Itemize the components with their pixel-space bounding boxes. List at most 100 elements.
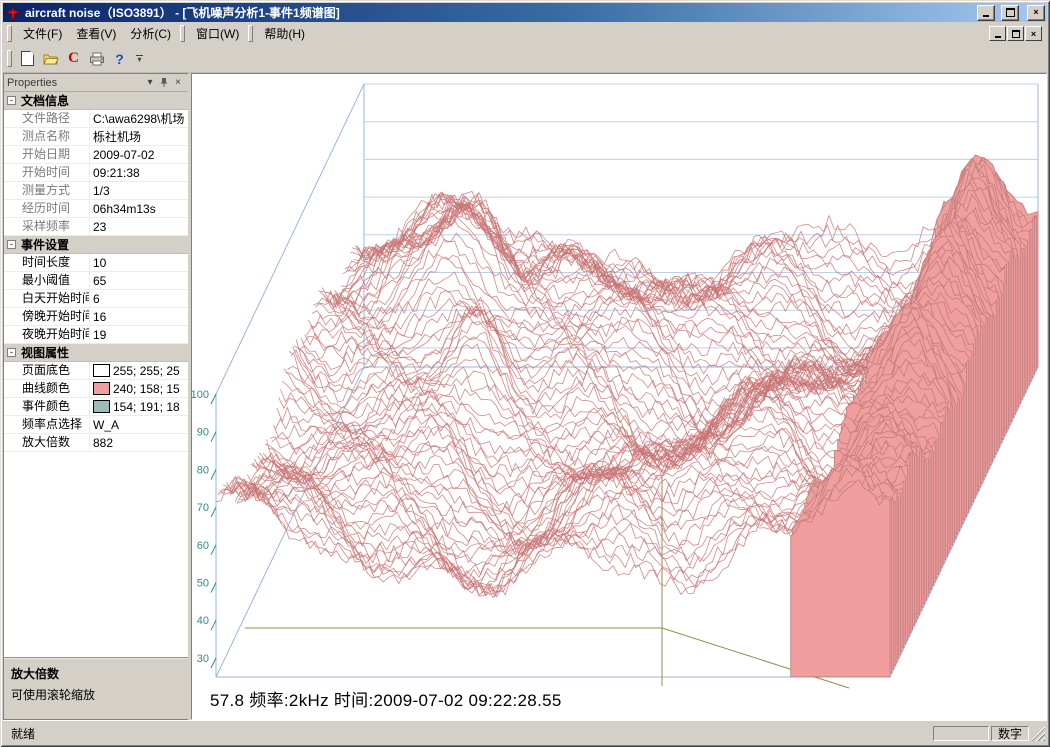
property-value[interactable]: 255; 255; 25 — [90, 362, 188, 379]
property-value[interactable]: C:\awa6298\机场 — [90, 110, 188, 127]
property-value[interactable]: 6 — [90, 290, 188, 307]
property-label: 测点名称 — [4, 128, 90, 145]
panel-pin-button[interactable] — [157, 76, 171, 89]
property-value[interactable]: 10 — [90, 254, 188, 271]
close-icon: × — [1033, 8, 1038, 17]
menu-window[interactable]: 窗口(W) — [189, 22, 246, 45]
child-restore-button[interactable] — [1007, 26, 1024, 41]
panel-menu-button[interactable]: ▾ — [143, 76, 157, 89]
property-value[interactable]: 19 — [90, 326, 188, 343]
property-label: 采样频率 — [4, 218, 90, 235]
property-row[interactable]: 频率点选择W_A — [4, 416, 188, 434]
property-value[interactable]: W_A — [90, 416, 188, 433]
property-value[interactable]: 09:21:38 — [90, 164, 188, 181]
property-label: 最小阈值 — [4, 272, 90, 289]
color-swatch — [93, 364, 110, 377]
collapse-icon[interactable]: - — [7, 240, 16, 249]
minimize-icon — [995, 36, 1001, 38]
property-row[interactable]: 事件颜色154; 191; 18 — [4, 398, 188, 416]
c-tool-button[interactable]: C — [62, 48, 85, 70]
property-row[interactable]: 测量方式1/3 — [4, 182, 188, 200]
property-value-text: 23 — [93, 219, 106, 235]
chevron-down-icon: ▾ — [137, 57, 141, 63]
collapse-icon[interactable]: - — [7, 348, 16, 357]
spectrum-chart-area: 10090807060504030 57.8 频率:2kHz 时间:2009-0… — [191, 73, 1047, 720]
restore-button[interactable] — [1001, 5, 1019, 21]
status-message: 就绪 — [5, 725, 931, 742]
property-value[interactable]: 882 — [90, 434, 188, 451]
color-swatch — [93, 400, 110, 413]
property-row[interactable]: 傍晚开始时间16 — [4, 308, 188, 326]
category-row[interactable]: -视图属性 — [4, 344, 188, 362]
property-row[interactable]: 曲线颜色240; 158; 15 — [4, 380, 188, 398]
property-label: 曲线颜色 — [4, 380, 90, 397]
child-close-button[interactable]: × — [1025, 26, 1042, 41]
restore-icon — [1012, 30, 1020, 38]
help-button[interactable]: ? — [108, 48, 131, 70]
spectrum-3d-chart[interactable]: 10090807060504030 — [192, 74, 1047, 720]
property-value[interactable]: 2009-07-02 — [90, 146, 188, 163]
menu-grip[interactable] — [180, 25, 185, 42]
property-row[interactable]: 采样频率23 — [4, 218, 188, 236]
resize-grip[interactable] — [1031, 726, 1045, 741]
cursor-readout: 57.8 频率:2kHz 时间:2009-07-02 09:22:28.55 — [210, 686, 562, 711]
property-value[interactable]: 栎社机场 — [90, 128, 188, 145]
menu-analyze[interactable]: 分析(C) — [123, 22, 178, 45]
property-label: 傍晚开始时间 — [4, 308, 90, 325]
properties-panel: Properties ▾ × -文档信息文件路径C:\awa6298\机场测点名… — [3, 73, 188, 720]
property-row[interactable]: 测点名称栎社机场 — [4, 128, 188, 146]
property-value[interactable]: 23 — [90, 218, 188, 235]
properties-panel-header[interactable]: Properties ▾ × — [4, 74, 188, 92]
open-folder-icon — [43, 52, 59, 65]
property-value[interactable]: 154; 191; 18 — [90, 398, 188, 415]
property-value-text: W_A — [93, 417, 119, 433]
toolbar-overflow-button[interactable]: ▾ — [133, 48, 146, 70]
menu-grip[interactable] — [7, 25, 12, 42]
property-value-text: 06h34m13s — [93, 201, 156, 217]
property-row[interactable]: 最小阈值65 — [4, 272, 188, 290]
menu-view[interactable]: 查看(V) — [69, 22, 123, 45]
property-label: 事件颜色 — [4, 398, 90, 415]
property-value[interactable]: 240; 158; 15 — [90, 380, 188, 397]
open-file-button[interactable] — [39, 48, 62, 70]
property-value[interactable]: 65 — [90, 272, 188, 289]
new-document-icon — [21, 51, 34, 66]
minimize-icon — [983, 15, 989, 17]
property-value[interactable]: 1/3 — [90, 182, 188, 199]
close-button[interactable]: × — [1027, 5, 1045, 21]
child-minimize-button[interactable] — [989, 26, 1006, 41]
collapse-icon[interactable]: - — [7, 96, 16, 105]
property-row[interactable]: 白天开始时间6 — [4, 290, 188, 308]
property-value-text: 2009-07-02 — [93, 147, 154, 163]
property-row[interactable]: 时间长度10 — [4, 254, 188, 272]
menu-grip[interactable] — [248, 25, 253, 42]
property-row[interactable]: 夜晚开始时间19 — [4, 326, 188, 344]
new-document-button[interactable] — [16, 48, 39, 70]
description-text: 可使用滚轮缩放 — [11, 686, 181, 703]
menu-help[interactable]: 帮助(H) — [257, 22, 312, 45]
category-row[interactable]: -文档信息 — [4, 92, 188, 110]
minimize-button[interactable] — [977, 5, 995, 21]
property-row[interactable]: 经历时间06h34m13s — [4, 200, 188, 218]
property-row[interactable]: 页面底色255; 255; 25 — [4, 362, 188, 380]
property-value[interactable]: 06h34m13s — [90, 200, 188, 217]
property-value-text: 16 — [93, 309, 106, 325]
property-row[interactable]: 放大倍数882 — [4, 434, 188, 452]
category-label: 事件设置 — [21, 236, 69, 253]
property-row[interactable]: 开始时间09:21:38 — [4, 164, 188, 182]
toolbar-grip[interactable] — [7, 50, 12, 67]
menu-file[interactable]: 文件(F) — [16, 22, 69, 45]
airplane-icon — [5, 5, 21, 21]
svg-text:30: 30 — [197, 653, 209, 665]
category-row[interactable]: -事件设置 — [4, 236, 188, 254]
close-icon: × — [175, 77, 181, 88]
property-label: 测量方式 — [4, 182, 90, 199]
restore-icon — [1006, 8, 1015, 17]
property-row[interactable]: 开始日期2009-07-02 — [4, 146, 188, 164]
property-label: 文件路径 — [4, 110, 90, 127]
mdi-child-buttons: × — [989, 26, 1045, 41]
property-row[interactable]: 文件路径C:\awa6298\机场 — [4, 110, 188, 128]
print-button[interactable] — [85, 48, 108, 70]
panel-close-button[interactable]: × — [171, 76, 185, 89]
property-value[interactable]: 16 — [90, 308, 188, 325]
